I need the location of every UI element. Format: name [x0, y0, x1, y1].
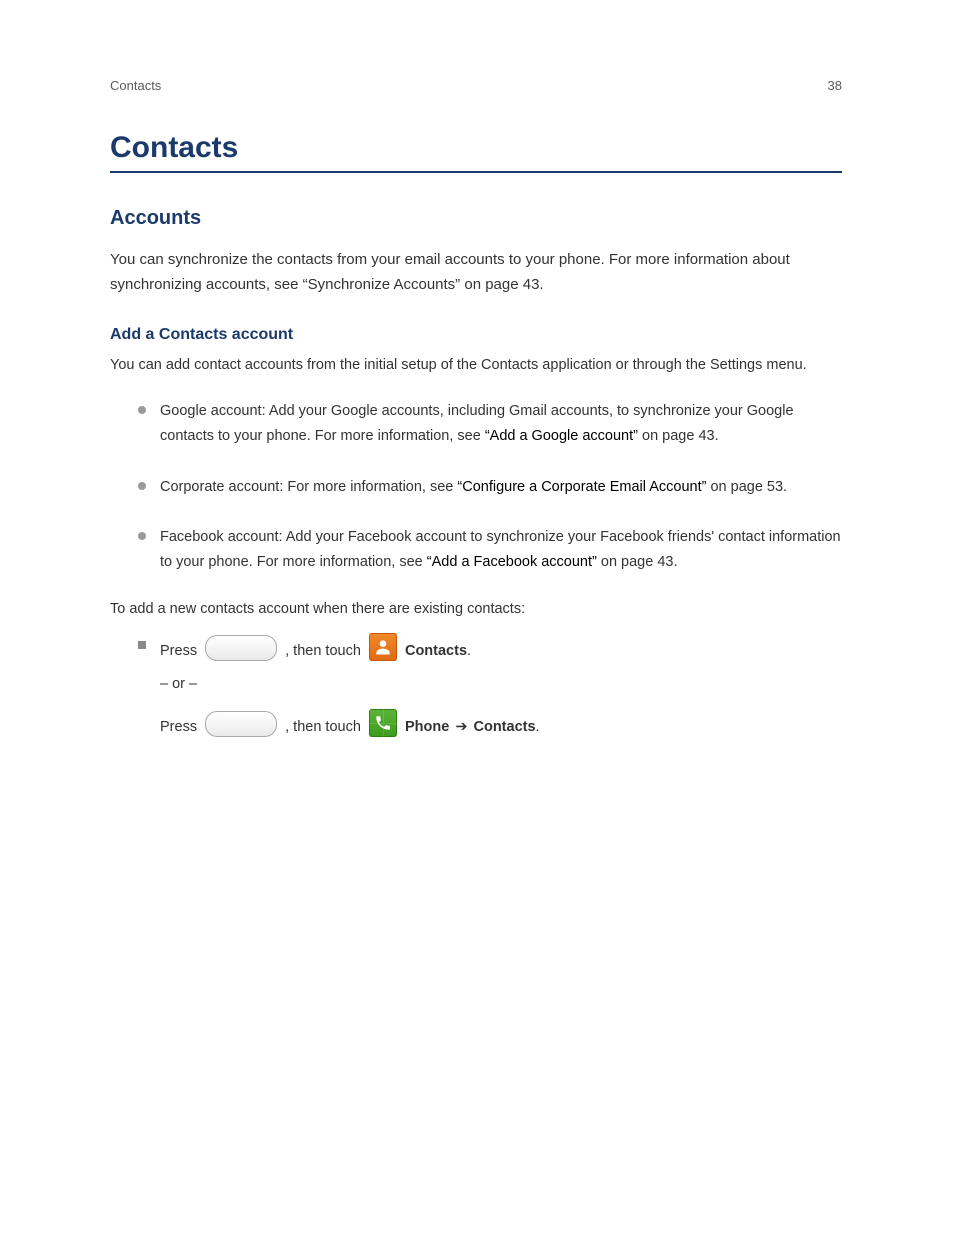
procedure-step-alt: Press , then touch Phone ➔ Contacts.	[110, 709, 842, 740]
section-lead: You can synchronize the contacts from yo…	[110, 248, 842, 298]
running-header-page: 38	[828, 78, 842, 93]
home-button-icon	[205, 635, 277, 661]
list-item: Facebook account: Add your Facebook acco…	[110, 525, 842, 574]
page-title: Contacts	[110, 131, 842, 165]
procedure-step: Press , then touch Contacts.	[110, 633, 842, 664]
phone-app-icon	[369, 709, 397, 737]
page-reference: “Configure a Corporate Email Account”	[457, 479, 706, 495]
contacts-label: Contacts	[405, 643, 467, 659]
running-header: Contacts 38	[110, 0, 842, 93]
home-button-icon	[205, 711, 277, 737]
subheading-add-account: Add a Contacts account	[110, 326, 842, 344]
procedure-header: To add a new contacts account when there…	[110, 601, 842, 617]
list-item: Corporate account: For more information,…	[110, 475, 842, 500]
section-heading: Accounts	[110, 207, 842, 230]
procedure-steps: Press , then touch Contacts.	[110, 633, 842, 664]
contacts-tab-label: Contacts	[474, 719, 536, 735]
page-reference: “Add a Facebook account”	[427, 554, 597, 570]
or-separator: – or –	[110, 672, 842, 697]
contacts-app-icon	[369, 633, 397, 661]
add-account-intro: You can add contact accounts from the in…	[110, 354, 842, 378]
phone-label: Phone	[405, 719, 449, 735]
page-reference: “Add a Google account”	[485, 428, 638, 444]
list-item: Google account: Add your Google accounts…	[110, 399, 842, 448]
running-header-title: Contacts	[110, 78, 161, 93]
account-types-list: Google account: Add your Google accounts…	[110, 399, 842, 574]
title-rule	[110, 171, 842, 173]
arrow-icon: ➔	[453, 719, 473, 735]
